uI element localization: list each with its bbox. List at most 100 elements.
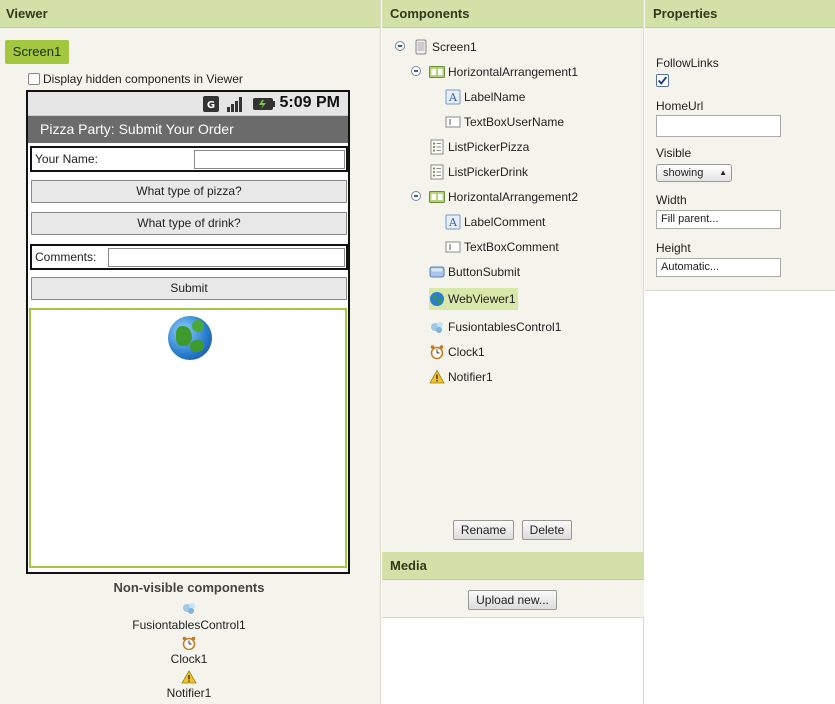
visible-select[interactable]: showing ▲ [656, 164, 732, 182]
tree-item-buttonsubmit[interactable]: ButtonSubmit [429, 263, 520, 281]
hidden-components-checkbox-box[interactable] [28, 73, 40, 85]
textbox-comment[interactable] [108, 248, 345, 267]
tree-item-textboxcomment[interactable]: TextBoxComment [445, 238, 559, 256]
warning-icon [181, 670, 197, 684]
tree-item-textboxusername[interactable]: TextBoxUserName [445, 113, 564, 131]
signal-icon [227, 97, 242, 112]
tree-item-horizontalarrangement2[interactable]: HorizontalArrangement2 [429, 188, 578, 206]
height-input[interactable]: Automatic... [656, 258, 781, 277]
tree-item-label: TextBoxComment [464, 240, 559, 254]
delete-button[interactable]: Delete [522, 520, 572, 540]
sync-icon: G [203, 96, 219, 112]
visible-select-value: showing [663, 167, 704, 179]
follow-links-checkbox[interactable] [656, 74, 669, 87]
upload-new-button[interactable]: Upload new... [468, 590, 557, 610]
label-name: Your Name: [35, 152, 98, 166]
width-input[interactable]: Fill parent... [656, 210, 781, 229]
tree-item-label: LabelComment [464, 215, 546, 229]
arrangement-icon [429, 191, 445, 203]
width-label: Width [656, 193, 687, 207]
svg-text:A: A [448, 216, 458, 229]
tree-item-label: ButtonSubmit [448, 265, 521, 279]
visible-label: Visible [656, 146, 692, 160]
home-url-input[interactable] [656, 115, 781, 137]
webviewer-preview[interactable] [29, 308, 347, 568]
textbox-icon [445, 116, 461, 128]
clock-icon [182, 636, 196, 650]
hidden-components-label: Display hidden components in Viewer [43, 72, 243, 86]
media-panel: Upload new... [382, 580, 644, 618]
nonvisible-item[interactable]: Notifier1 [0, 686, 378, 700]
label-comment: Comments: [35, 250, 97, 264]
textbox-icon [445, 241, 461, 253]
label-icon: A [445, 214, 461, 230]
display-hidden-checkbox[interactable]: Display hidden components in Viewer [28, 72, 243, 86]
globe-icon [168, 316, 212, 360]
collapse-arrangement2-toggle[interactable] [411, 191, 421, 201]
button-submit[interactable]: Submit [31, 277, 347, 300]
tree-item-label: FusiontablesControl1 [448, 320, 562, 334]
viewer-panel: Viewer Screen1 Display hidden components… [0, 0, 381, 704]
checkmark-icon [657, 76, 668, 85]
svg-text:G: G [207, 100, 215, 111]
screen1-button[interactable]: Screen1 [5, 40, 69, 64]
tree-item-fusiontablescontrol1[interactable]: FusiontablesControl1 [429, 318, 561, 336]
battery-icon [253, 98, 275, 110]
tree-item-listpickerdrink[interactable]: ListPickerDrink [429, 163, 528, 181]
height-label: Height [656, 241, 691, 255]
tree-item-label: Screen1 [432, 40, 477, 54]
follow-links-label: FollowLinks [656, 56, 719, 70]
fusiontables-icon [183, 603, 195, 614]
media-header: Media [382, 552, 644, 580]
tree-item-listpickerpizza[interactable]: ListPickerPizza [429, 138, 529, 156]
app-title-bar: Pizza Party: Submit Your Order [28, 116, 348, 143]
listpicker-pizza[interactable]: What type of pizza? [31, 180, 347, 203]
collapse-screen1-toggle[interactable] [395, 41, 405, 51]
chevron-updown-icon: ▲ [719, 168, 727, 177]
rename-button[interactable]: Rename [453, 520, 514, 540]
properties-panel: Properties FollowLinks HomeUrl Visible s… [645, 0, 835, 291]
tree-item-label: HorizontalArrangement1 [448, 65, 579, 79]
components-tree: Screen1 HorizontalArrangement1 A LabelNa… [382, 28, 643, 552]
arrangement-icon [429, 66, 445, 78]
clock-icon [430, 345, 444, 360]
tree-item-horizontalarrangement1[interactable]: HorizontalArrangement1 [429, 63, 578, 81]
nonvisible-item[interactable]: Clock1 [0, 652, 378, 666]
horizontal-arrangement-1[interactable]: Your Name: [30, 146, 348, 172]
status-time: 5:09 PM [279, 94, 340, 111]
tree-item-label: ListPickerPizza [448, 140, 530, 154]
horizontal-arrangement-2[interactable]: Comments: [30, 244, 348, 270]
phone-status-bar: G 5:09 PM [28, 92, 348, 116]
properties-header: Properties [645, 0, 835, 28]
tree-item-label: TextBoxUserName [464, 115, 565, 129]
tree-item-screen1[interactable]: Screen1 [413, 38, 477, 56]
phone-preview: G 5:09 PM Pizza Party: Submit Your Order… [26, 90, 350, 574]
collapse-arrangement1-toggle[interactable] [411, 66, 421, 76]
textbox-username[interactable] [194, 150, 345, 169]
screen-icon [415, 39, 427, 55]
tree-item-notifier1[interactable]: Notifier1 [429, 368, 493, 386]
home-url-label: HomeUrl [656, 99, 704, 113]
fusiontables-icon [431, 322, 443, 333]
tree-item-label: Notifier1 [448, 370, 493, 384]
tree-item-label: HorizontalArrangement2 [448, 190, 579, 204]
nonvisible-item[interactable]: FusiontablesControl1 [0, 618, 378, 632]
tree-item-label: LabelName [464, 90, 526, 104]
tree-item-label: WebViewer1 [448, 292, 516, 306]
svg-text:A: A [448, 91, 458, 104]
tree-item-label: Clock1 [448, 345, 485, 359]
viewer-header: Viewer [0, 0, 380, 28]
webviewer-icon [430, 292, 444, 306]
warning-icon [429, 369, 445, 384]
tree-item-label: ListPickerDrink [448, 165, 529, 179]
label-icon: A [445, 89, 461, 105]
tree-item-labelcomment[interactable]: A LabelComment [445, 213, 545, 231]
tree-item-clock1[interactable]: Clock1 [429, 343, 485, 361]
tree-item-labelname[interactable]: A LabelName [445, 88, 525, 106]
listpicker-icon [430, 139, 444, 155]
listpicker-icon [430, 164, 444, 180]
nonvisible-components-title: Non-visible components [113, 580, 265, 595]
tree-item-webviewer1[interactable]: WebViewer1 [429, 288, 518, 310]
listpicker-drink[interactable]: What type of drink? [31, 212, 347, 235]
button-icon [429, 266, 445, 278]
